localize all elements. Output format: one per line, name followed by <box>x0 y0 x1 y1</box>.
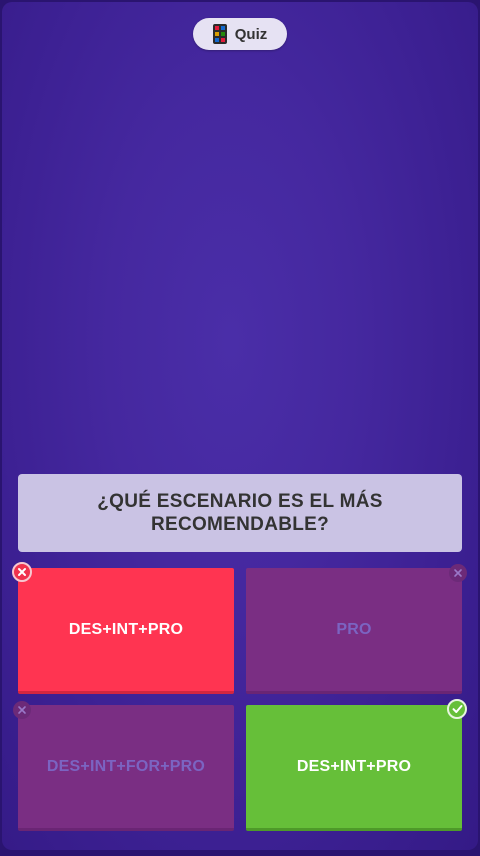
answer-label: PRO <box>336 620 372 638</box>
quiz-badge-label: Quiz <box>234 25 268 43</box>
answer-label: DES+INT+PRO <box>296 757 412 775</box>
answer-label: DES+INT+FOR+PRO <box>46 757 206 775</box>
answer-option-4[interactable]: DES+INT+PRO <box>246 705 462 831</box>
question-text: ¿QUÉ ESCENARIO ES EL MÁS RECOMENDABLE? <box>97 491 383 535</box>
check-icon <box>447 699 467 719</box>
answer-option-2[interactable]: PRO <box>246 568 462 694</box>
quiz-badge: Quiz <box>193 18 287 50</box>
x-icon <box>12 562 32 582</box>
x-icon <box>13 701 31 719</box>
question-panel: ¿QUÉ ESCENARIO ES EL MÁS RECOMENDABLE? <box>18 474 462 552</box>
x-icon <box>449 564 467 582</box>
answer-label: DES+INT+PRO <box>68 620 184 638</box>
answer-option-1[interactable]: DES+INT+PRO <box>18 568 234 694</box>
quiz-app-icon <box>212 24 227 44</box>
quiz-screen: Quiz ¿QUÉ ESCENARIO ES EL MÁS RECOMENDAB… <box>2 2 478 850</box>
answer-option-3[interactable]: DES+INT+FOR+PRO <box>18 705 234 831</box>
